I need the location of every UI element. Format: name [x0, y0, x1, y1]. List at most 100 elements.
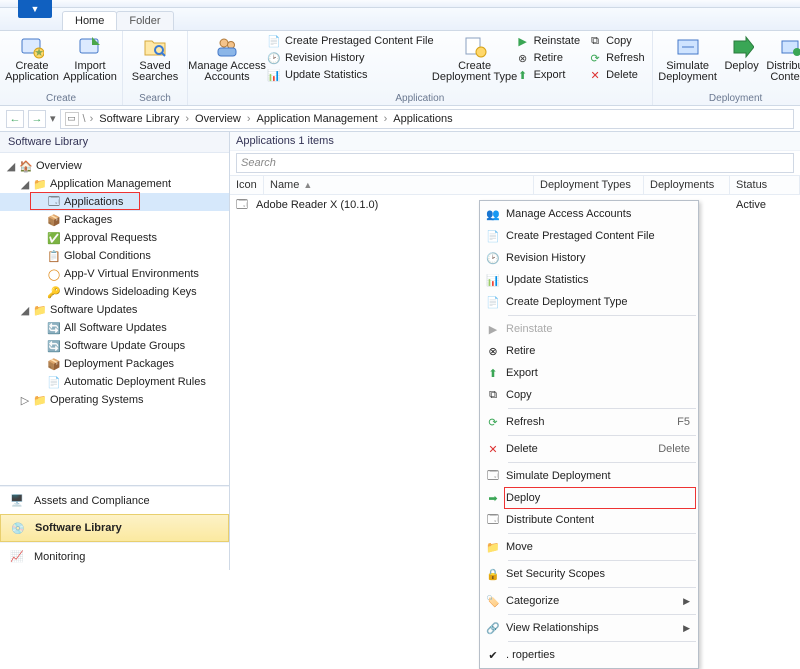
saved-searches-button[interactable]: Saved Searches — [127, 33, 183, 85]
ctx-categorize[interactable]: 🏷️Categorize▶ — [480, 590, 698, 612]
ctx-export[interactable]: ⬆Export — [480, 362, 698, 384]
ribbon-group-create: Create — [4, 92, 118, 104]
revision-history-button[interactable]: 🕑Revision History — [264, 50, 437, 66]
deploy-button[interactable]: Deploy — [721, 33, 763, 74]
root-icon[interactable]: ▭ — [65, 112, 79, 126]
export-button[interactable]: ⬆Export — [513, 67, 583, 83]
tree-approval[interactable]: ✅Approval Requests — [0, 229, 229, 247]
tree-op-sys[interactable]: ▷📁Operating Systems — [0, 391, 229, 409]
ctx-distribute[interactable]: 🗔Distribute Content — [480, 509, 698, 531]
ribbon-group-search: Search — [127, 92, 183, 104]
content-header: Applications 1 items — [230, 132, 800, 151]
folder-icon: 📁 — [32, 393, 48, 407]
nav-back-button[interactable]: ← — [6, 110, 24, 128]
create-prestaged-content-button[interactable]: 📄Create Prestaged Content File — [264, 33, 437, 49]
folder-icon: 📁 — [32, 303, 48, 317]
ctx-properties[interactable]: ✔. roperties — [480, 644, 698, 666]
create-deployment-type-button[interactable]: Create Deployment Type — [439, 33, 511, 85]
folder-icon: 📁 — [32, 177, 48, 191]
manage-access-accounts-button[interactable]: Manage Access Accounts — [192, 33, 262, 85]
ctx-copy[interactable]: ⧉Copy — [480, 384, 698, 406]
updates-icon: 🔄 — [46, 321, 62, 335]
reinstate-button[interactable]: ▶Reinstate — [513, 33, 583, 49]
import-app-icon — [78, 35, 102, 59]
tree-dep-packages[interactable]: 📦Deployment Packages — [0, 355, 229, 373]
nav-dropdown[interactable]: ▾ — [50, 112, 56, 125]
tree-sideload[interactable]: 🔑Windows Sideloading Keys — [0, 283, 229, 301]
deploy-icon: ➡ — [480, 492, 506, 505]
library-icon: 💿 — [9, 519, 27, 537]
ribbon: ★ Create Application Import Application … — [0, 31, 800, 106]
crumb-applications[interactable]: Applications — [391, 113, 454, 125]
create-app-icon: ★ — [20, 35, 44, 59]
packages-icon: 📦 — [46, 213, 62, 227]
copy-button[interactable]: ⧉Copy — [585, 33, 648, 49]
tree-appv[interactable]: ◯App-V Virtual Environments — [0, 265, 229, 283]
create-application-button[interactable]: ★ Create Application — [4, 33, 60, 85]
approval-icon: ✅ — [46, 231, 62, 245]
nav-forward-button[interactable]: → — [28, 110, 46, 128]
tree-app-mgmt[interactable]: ◢📁Application Management — [0, 175, 229, 193]
retire-button[interactable]: ⊗Retire — [513, 50, 583, 66]
copy-icon: ⧉ — [480, 389, 506, 402]
overview-icon: 🏠 — [18, 159, 34, 173]
import-application-button[interactable]: Import Application — [62, 33, 118, 85]
tree-global[interactable]: 📋Global Conditions — [0, 247, 229, 265]
tab-home[interactable]: Home — [62, 11, 117, 30]
col-icon[interactable]: Icon — [230, 176, 264, 194]
ctx-simulate[interactable]: 🗔Simulate Deployment — [480, 465, 698, 487]
tab-folder[interactable]: Folder — [116, 11, 173, 30]
quick-access-dropdown[interactable]: ▼ — [18, 0, 52, 18]
deploy-icon — [730, 35, 754, 59]
update-statistics-button[interactable]: 📊Update Statistics — [264, 67, 437, 83]
nav-monitoring[interactable]: 📈Monitoring — [0, 542, 229, 570]
distribute-content-button[interactable]: Distribute Content — [765, 33, 800, 85]
reinstate-icon: ▶ — [516, 34, 530, 48]
applications-icon: 🗔 — [46, 195, 62, 209]
ctx-move[interactable]: 📁Move — [480, 536, 698, 558]
ctx-view-relationships[interactable]: 🔗View Relationships▶ — [480, 617, 698, 639]
ctx-prestaged[interactable]: 📄Create Prestaged Content File — [480, 225, 698, 247]
ctx-deploy[interactable]: ➡Deploy — [480, 487, 698, 509]
ctx-create-dep-type[interactable]: 📄Create Deployment Type — [480, 291, 698, 313]
col-deps[interactable]: Deployments — [644, 176, 730, 194]
nav-assets[interactable]: 🖥️Assets and Compliance — [0, 486, 229, 514]
distribute-icon: 🗔 — [480, 511, 506, 530]
tree-auto-rules[interactable]: 📄Automatic Deployment Rules — [0, 373, 229, 391]
context-menu: 👥Manage Access Accounts 📄Create Prestage… — [479, 200, 699, 669]
ctx-update-stats[interactable]: 📊Update Statistics — [480, 269, 698, 291]
history-icon: 🕑 — [480, 252, 506, 265]
crumb-software-library[interactable]: Software Library — [97, 113, 181, 125]
ctx-revision[interactable]: 🕑Revision History — [480, 247, 698, 269]
col-name[interactable]: Name▲ — [264, 176, 534, 194]
col-deptypes[interactable]: Deployment Types — [534, 176, 644, 194]
delete-button[interactable]: ✕Delete — [585, 67, 648, 83]
tree-all-updates[interactable]: 🔄All Software Updates — [0, 319, 229, 337]
ctx-scopes[interactable]: 🔒Set Security Scopes — [480, 563, 698, 585]
ctx-retire[interactable]: ⊗Retire — [480, 340, 698, 362]
refresh-button[interactable]: ⟳Refresh — [585, 50, 648, 66]
nav-software-library[interactable]: 💿Software Library — [0, 514, 229, 542]
tree-applications[interactable]: 🗔Applications — [0, 193, 229, 211]
crumb-overview[interactable]: Overview — [193, 113, 243, 125]
simulate-icon: 🗔 — [480, 467, 506, 486]
svg-text:★: ★ — [34, 47, 44, 59]
copy-icon: ⧉ — [588, 34, 602, 48]
search-input[interactable]: Search — [236, 153, 794, 173]
ctx-refresh[interactable]: ⟳RefreshF5 — [480, 411, 698, 433]
tree-update-groups[interactable]: 🔄Software Update Groups — [0, 337, 229, 355]
tree-sw-updates[interactable]: ◢📁Software Updates — [0, 301, 229, 319]
export-icon: ⬆ — [516, 68, 530, 82]
tree-packages[interactable]: 📦Packages — [0, 211, 229, 229]
simulate-deployment-button[interactable]: Simulate Deployment — [657, 33, 719, 85]
ctx-delete[interactable]: ✕DeleteDelete — [480, 438, 698, 460]
tree-overview[interactable]: ◢🏠Overview — [0, 157, 229, 175]
ctx-manage-access[interactable]: 👥Manage Access Accounts — [480, 203, 698, 225]
col-status[interactable]: Status — [730, 176, 800, 194]
prestaged-icon: 📄 — [267, 34, 281, 48]
crumb-app-mgmt[interactable]: Application Management — [255, 113, 380, 125]
wunderbar: 🖥️Assets and Compliance 💿Software Librar… — [0, 485, 229, 570]
app-row-icon: 🗔 — [234, 197, 250, 213]
breadcrumb: ▭ \› Software Library› Overview› Applica… — [60, 109, 794, 129]
search-folder-icon — [143, 35, 167, 59]
